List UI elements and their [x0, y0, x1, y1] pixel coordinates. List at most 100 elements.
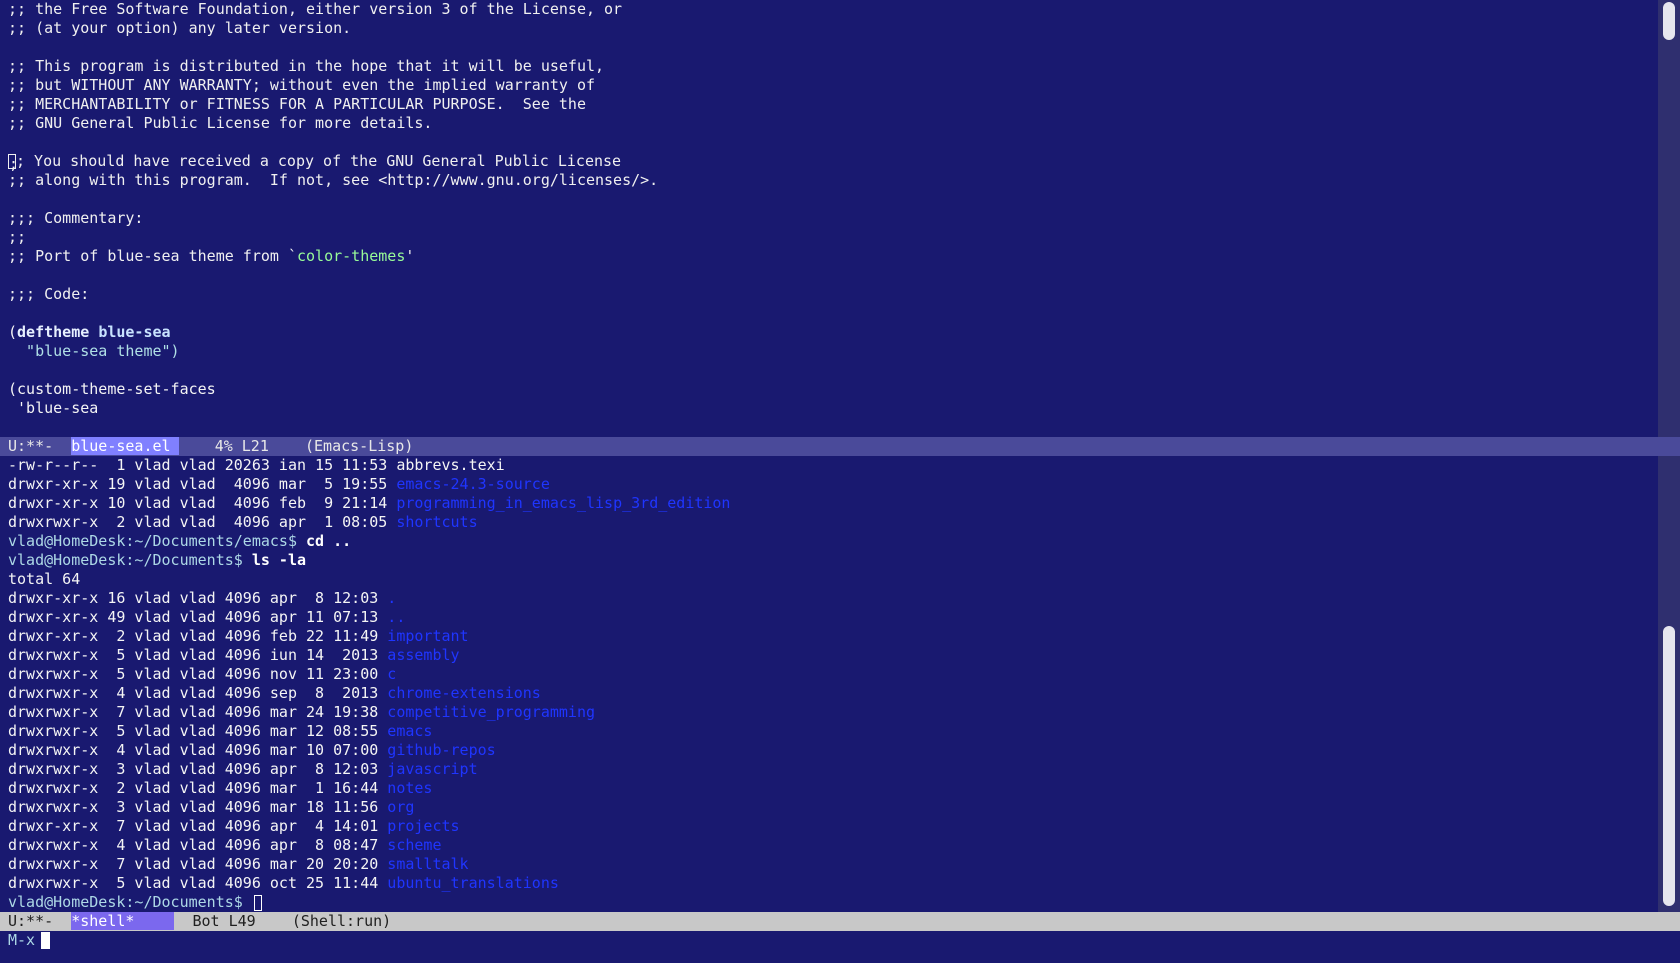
listing-meta: drwxr-xr-x 7 vlad vlad 4096 apr 4 14:01 — [8, 817, 388, 835]
file-meta: drwxr-xr-x 19 vlad vlad 4096 mar 5 19:55 — [8, 475, 397, 493]
code-line: ;; along with this program. If not, see … — [8, 171, 659, 189]
minibuffer-prompt: M-x — [8, 931, 36, 949]
dir-name: emacs-24.3-source — [396, 475, 550, 493]
code-line: ;;; Code: — [8, 285, 90, 303]
listing-dir-name: emacs — [387, 722, 433, 740]
listing-meta: drwxrwxr-x 5 vlad vlad 4096 oct 25 11:44 — [8, 874, 388, 892]
shell-cursor — [253, 894, 262, 911]
listing-row: drwxrwxr-x 4 vlad vlad 4096 sep 8 2013 c… — [0, 684, 1658, 703]
modeline-mode[interactable]: (Emacs-Lisp) — [305, 437, 413, 455]
file-name: abbrevs.texi — [396, 456, 505, 474]
listing-meta: drwxrwxr-x 5 vlad vlad 4096 nov 11 23:00 — [8, 665, 388, 683]
code-scrollbar-thumb[interactable] — [1663, 2, 1675, 40]
shell-window[interactable]: -rw-r--r-- 1 vlad vlad 20263 ian 15 11:5… — [0, 456, 1658, 912]
shell-line: drwxr-xr-x 19 vlad vlad 4096 mar 5 19:55… — [0, 475, 1658, 494]
listing-dir-name: notes — [387, 779, 433, 797]
minibuffer[interactable]: M-x — [0, 931, 1680, 963]
theme-name: blue-sea — [98, 323, 171, 341]
quoted-symbol: color-themes — [296, 247, 406, 265]
shell-command-line: vlad@HomeDesk:~/Documents/emacs$ cd .. — [0, 532, 1658, 551]
modeline-position: 4% L21 — [214, 437, 269, 455]
listing-dir-name: .. — [387, 608, 406, 626]
shell-line: drwxr-xr-x 10 vlad vlad 4096 feb 9 21:14… — [0, 494, 1658, 513]
modeline-buffer-name[interactable]: *shell* — [71, 912, 175, 930]
listing-dir-name: important — [387, 627, 469, 645]
listing-row: drwxrwxr-x 7 vlad vlad 4096 mar 20 20:20… — [0, 855, 1658, 874]
code-line: ;; but WITHOUT ANY WARRANTY; without eve… — [8, 76, 595, 94]
listing-dir-name: assembly — [387, 646, 460, 664]
listing-row: drwxrwxr-x 5 vlad vlad 4096 nov 11 23:00… — [0, 665, 1658, 684]
listing-meta: drwxrwxr-x 4 vlad vlad 4096 mar 10 07:00 — [8, 741, 388, 759]
listing-row: drwxrwxr-x 5 vlad vlad 4096 oct 25 11:44… — [0, 874, 1658, 893]
shell-command-line: vlad@HomeDesk:~/Documents$ ls -la — [0, 551, 1658, 570]
listing-row: drwxr-xr-x 16 vlad vlad 4096 apr 8 12:03… — [0, 589, 1658, 608]
code-line-text: ; You should have received a copy of the… — [16, 152, 622, 170]
shell-prompt: vlad@HomeDesk:~/Documents$ — [8, 551, 252, 569]
dir-name: programming_in_emacs_lisp_3rd_edition — [396, 494, 731, 512]
listing-dir-name: . — [387, 589, 397, 607]
shell-prompt: vlad@HomeDesk:~/Documents/emacs$ — [8, 532, 307, 550]
listing-dir-name: ubuntu_translations — [387, 874, 559, 892]
modeline-buffer-name[interactable]: blue-sea.el — [71, 437, 179, 455]
shell-input-line[interactable]: vlad@HomeDesk:~/Documents$ — [0, 893, 1658, 912]
modeline-mode[interactable]: (Shell:run) — [292, 912, 391, 930]
listing-meta: drwxrwxr-x 3 vlad vlad 4096 mar 18 11:56 — [8, 798, 388, 816]
code-scrollbar[interactable] — [1658, 0, 1680, 437]
shell-line: drwxrwxr-x 2 vlad vlad 4096 apr 1 08:05 … — [0, 513, 1658, 532]
listing-meta: drwxrwxr-x 5 vlad vlad 4096 iun 14 2013 — [8, 646, 388, 664]
listing-dir-name: chrome-extensions — [387, 684, 541, 702]
code-line: ;; This program is distributed in the ho… — [8, 57, 605, 75]
code-editor-window[interactable]: ;; the Free Software Foundation, either … — [0, 0, 1658, 437]
shell-command: cd .. — [306, 532, 352, 550]
listing-dir-name: competitive_programming — [387, 703, 596, 721]
paren: ( — [8, 323, 18, 341]
shell-scrollbar-thumb[interactable] — [1663, 626, 1675, 906]
code-line: (deftheme blue-sea — [0, 323, 1658, 342]
listing-meta: drwxrwxr-x 3 vlad vlad 4096 apr 8 12:03 — [8, 760, 388, 778]
shell-command: ls -la — [251, 551, 307, 569]
listing-row: drwxr-xr-x 49 vlad vlad 4096 apr 11 07:1… — [0, 608, 1658, 627]
modeline-code: U:**- blue-sea.el 4% L21 (Emacs-Lisp) — [0, 437, 1680, 456]
code-line: ;; MERCHANTABILITY or FITNESS FOR A PART… — [8, 95, 586, 113]
listing-meta: drwxr-xr-x 2 vlad vlad 4096 feb 22 11:49 — [8, 627, 388, 645]
listing-meta: drwxrwxr-x 4 vlad vlad 4096 sep 8 2013 — [8, 684, 388, 702]
listing-row: drwxr-xr-x 2 vlad vlad 4096 feb 22 11:49… — [0, 627, 1658, 646]
directory-listing: drwxr-xr-x 16 vlad vlad 4096 apr 8 12:03… — [0, 589, 1658, 893]
listing-row: drwxr-xr-x 7 vlad vlad 4096 apr 4 14:01 … — [0, 817, 1658, 836]
code-line-with-cursor: ;; You should have received a copy of th… — [0, 152, 1658, 173]
shell-scrollbar[interactable] — [1658, 456, 1680, 912]
listing-meta: drwxr-xr-x 16 vlad vlad 4096 apr 8 12:03 — [8, 589, 388, 607]
comment-text: ;; Port of blue-sea theme from ` — [8, 247, 297, 265]
listing-meta: drwxrwxr-x 7 vlad vlad 4096 mar 24 19:38 — [8, 703, 388, 721]
code-line: ;; GNU General Public License for more d… — [8, 114, 433, 132]
listing-dir-name: projects — [387, 817, 460, 835]
code-line: ;; the Free Software Foundation, either … — [8, 0, 623, 18]
code-line: (custom-theme-set-faces — [8, 380, 216, 398]
modeline-position: Bot L49 — [192, 912, 256, 930]
listing-row: drwxrwxr-x 7 vlad vlad 4096 mar 24 19:38… — [0, 703, 1658, 722]
listing-row: drwxrwxr-x 4 vlad vlad 4096 apr 8 08:47 … — [0, 836, 1658, 855]
listing-row: drwxrwxr-x 2 vlad vlad 4096 mar 1 16:44 … — [0, 779, 1658, 798]
code-line: 'blue-sea — [8, 399, 99, 417]
file-meta: drwxr-xr-x 10 vlad vlad 4096 feb 9 21:14 — [8, 494, 397, 512]
file-meta: -rw-r--r-- 1 vlad vlad 20263 ian 15 11:5… — [8, 456, 397, 474]
listing-meta: drwxrwxr-x 4 vlad vlad 4096 apr 8 08:47 — [8, 836, 388, 854]
code-line: "blue-sea theme") — [8, 342, 180, 360]
listing-dir-name: github-repos — [387, 741, 496, 759]
listing-row: drwxrwxr-x 3 vlad vlad 4096 mar 18 11:56… — [0, 798, 1658, 817]
code-line: ;;; Commentary: — [8, 209, 144, 227]
listing-dir-name: javascript — [387, 760, 478, 778]
listing-dir-name: smalltalk — [387, 855, 469, 873]
minibuffer-cursor — [41, 932, 51, 949]
listing-meta: drwxr-xr-x 49 vlad vlad 4096 apr 11 07:1… — [8, 608, 388, 626]
code-line: ;; (at your option) any later version. — [8, 19, 352, 37]
listing-meta: drwxrwxr-x 2 vlad vlad 4096 mar 1 16:44 — [8, 779, 388, 797]
listing-dir-name: org — [387, 798, 415, 816]
shell-total-line: total 64 — [8, 570, 81, 588]
